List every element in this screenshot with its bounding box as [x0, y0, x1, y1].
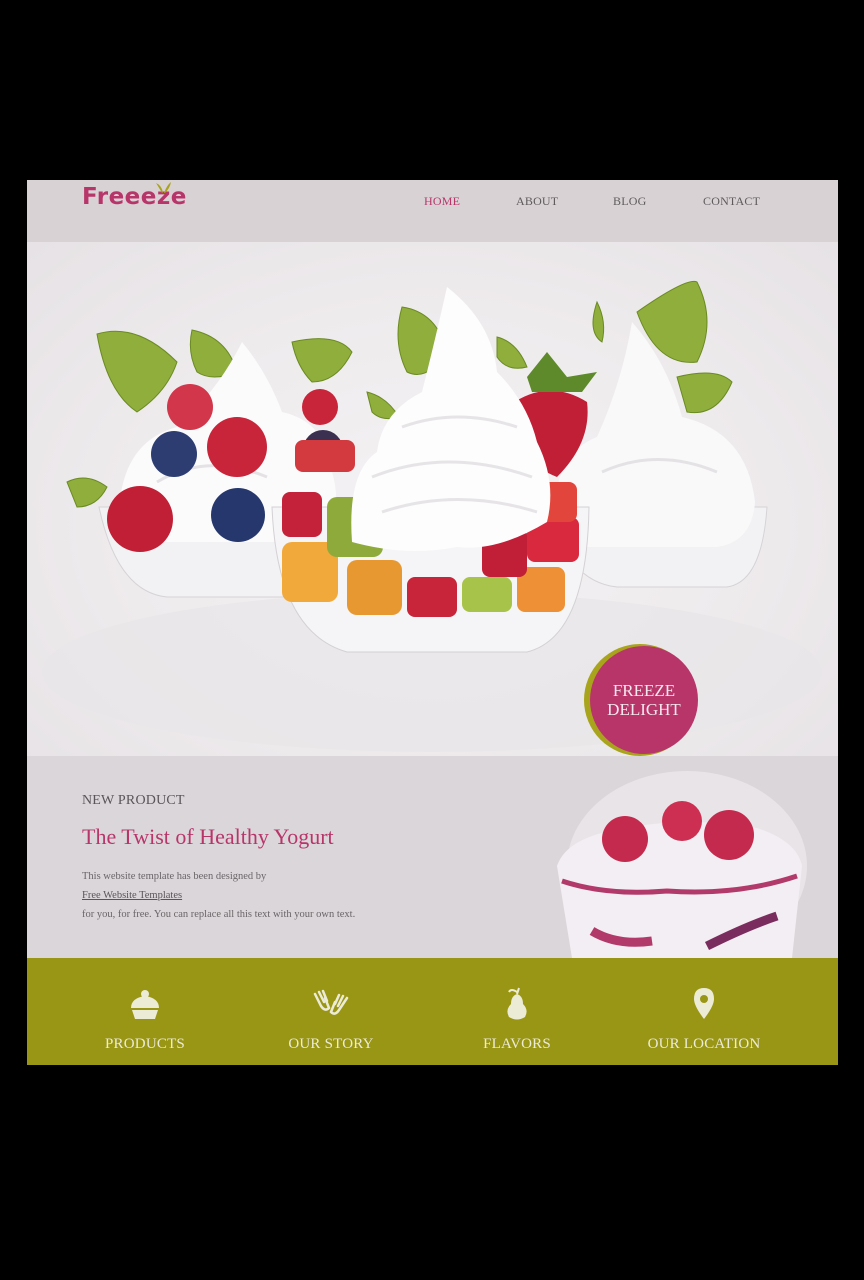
- pear-icon: [507, 987, 527, 1020]
- feature-flavors[interactable]: FLAVORS: [427, 958, 607, 1065]
- nav-blog[interactable]: BLOG: [613, 194, 646, 209]
- product-text-link-row: Free Website Templates: [82, 890, 182, 901]
- feature-products[interactable]: PRODUCTS: [55, 958, 235, 1065]
- feature-products-label: PRODUCTS: [105, 1036, 185, 1052]
- nav-about[interactable]: ABOUT: [516, 194, 558, 209]
- feature-flavors-label: FLAVORS: [483, 1036, 551, 1052]
- product-text-line2: for you, for free. You can replace all t…: [82, 909, 356, 920]
- badge-line2: DELIGHT: [607, 700, 681, 719]
- feature-our-location[interactable]: OUR LOCATION: [614, 958, 794, 1065]
- site-header: Freeeze HOME ABOUT BLOG CONTACT: [27, 180, 838, 242]
- yogurt-cup-image: [557, 771, 807, 958]
- page-screen: Freeeze HOME ABOUT BLOG CONTACT FREEZE D…: [27, 180, 838, 1065]
- leaf-logo-icon: [156, 182, 171, 193]
- location-pin-icon: [694, 988, 714, 1019]
- hands-icon: [313, 989, 349, 1015]
- nav-home[interactable]: HOME: [424, 194, 460, 209]
- freeze-delight-badge[interactable]: FREEZE DELIGHT: [590, 646, 698, 754]
- nav-contact[interactable]: CONTACT: [703, 194, 760, 209]
- hero-banner: FREEZE DELIGHT: [27, 242, 838, 756]
- features-band: PRODUCTS OUR STORY FLAVORS OUR LOCATION: [27, 958, 838, 1065]
- badge-line1: FREEZE: [612, 681, 676, 700]
- feature-our-story-label: OUR STORY: [288, 1036, 374, 1052]
- free-website-templates-link[interactable]: Free Website Templates: [82, 890, 182, 901]
- feature-our-location-label: OUR LOCATION: [647, 1036, 761, 1052]
- cupcake-icon: [131, 990, 159, 1019]
- frozen-yogurt-hero-image: [42, 280, 822, 752]
- new-product-title: The Twist of Healthy Yogurt: [82, 824, 334, 849]
- new-product-section: NEW PRODUCT The Twist of Healthy Yogurt …: [27, 756, 838, 958]
- feature-our-story[interactable]: OUR STORY: [241, 958, 421, 1065]
- product-text-line1: This website template has been designed …: [82, 871, 267, 882]
- new-product-label: NEW PRODUCT: [82, 793, 185, 808]
